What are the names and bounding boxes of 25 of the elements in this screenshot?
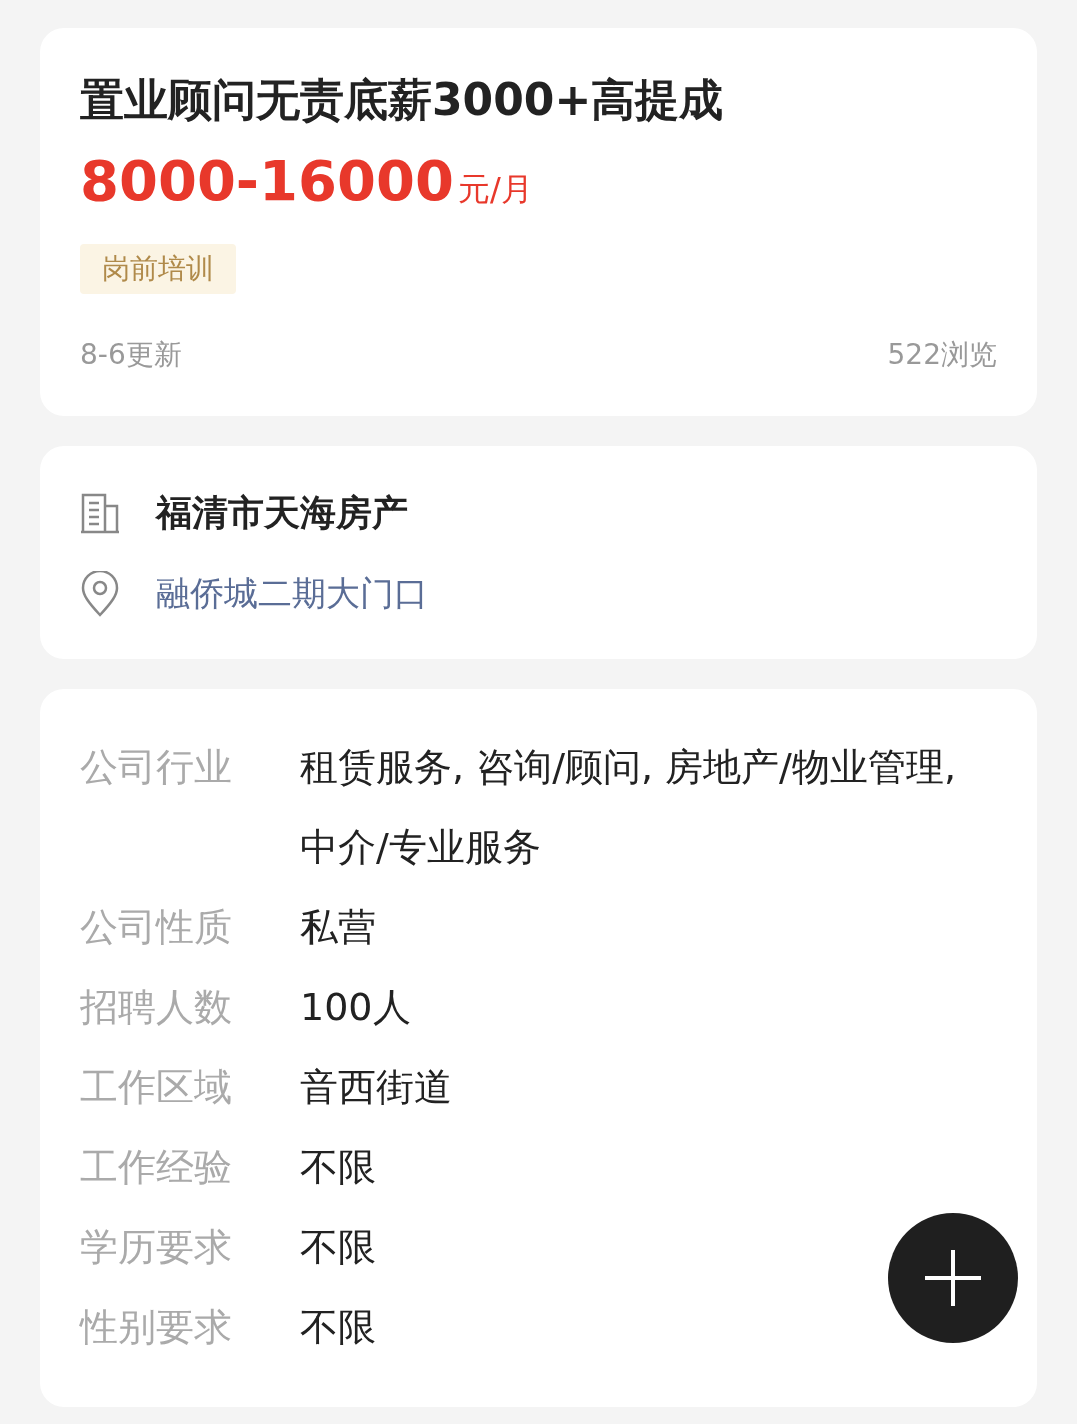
- detail-label: 招聘人数: [80, 984, 233, 1031]
- detail-label: 性别要求: [80, 1304, 233, 1351]
- plus-icon: [923, 1248, 983, 1308]
- detail-label: 工作区域: [80, 1064, 233, 1111]
- detail-label: 学历要求: [80, 1224, 233, 1271]
- company-name: 福清市天海房产: [156, 491, 408, 535]
- location-pin-icon: [80, 570, 120, 617]
- salary-unit: 元/月: [457, 169, 533, 210]
- salary: 8000-16000: [80, 147, 454, 215]
- detail-value: 不限: [300, 1224, 376, 1271]
- detail-value: 租赁服务, 咨询/顾问, 房地产/物业管理, 中介/专业服务: [300, 744, 957, 871]
- detail-label: 公司行业: [80, 744, 233, 791]
- detail-label: 工作经验: [80, 1144, 233, 1191]
- detail-value: 音西街道: [300, 1064, 452, 1111]
- detail-value: 不限: [300, 1144, 376, 1191]
- detail-value: 私营: [300, 904, 376, 951]
- detail-label: 公司性质: [80, 904, 233, 951]
- update-date: 8-6更新: [80, 337, 182, 373]
- job-title: 置业顾问无责底薪3000+高提成: [80, 73, 725, 127]
- detail-value: 100人: [300, 984, 411, 1031]
- company-address[interactable]: 融侨城二期大门口: [156, 568, 428, 619]
- tag: 岗前培训: [80, 244, 236, 294]
- building-icon: [80, 492, 120, 534]
- view-count: 522浏览: [887, 337, 997, 373]
- detail-value: 不限: [300, 1304, 376, 1351]
